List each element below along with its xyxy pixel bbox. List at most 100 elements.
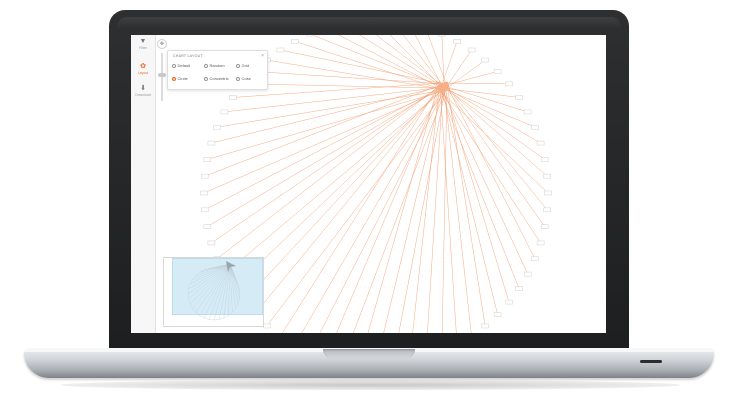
toolbar-filter-button[interactable]: ▼ Filter — [131, 38, 155, 50]
graph-node[interactable] — [203, 224, 212, 229]
graph-edge — [338, 35, 448, 92]
graph-node[interactable] — [515, 95, 523, 100]
graph-node[interactable] — [536, 240, 545, 246]
layout-option-concentric[interactable]: Concentric — [204, 76, 229, 81]
graph-edge — [282, 83, 441, 333]
graph-node[interactable] — [207, 240, 216, 246]
graph-node[interactable] — [229, 95, 237, 100]
laptop-mockup: ▼ Filter ✿ Layout ⬇ Download ✥ CHART LAY… — [0, 0, 737, 403]
graph-node[interactable] — [453, 39, 461, 44]
graph-edge — [359, 35, 444, 88]
minimap-edge — [229, 263, 239, 304]
graph-node[interactable] — [213, 124, 221, 130]
graph-node[interactable] — [523, 271, 532, 277]
graph-edge — [204, 84, 441, 177]
minimap-graph — [187, 261, 241, 321]
graph-node[interactable] — [203, 157, 212, 162]
move-icon[interactable]: ✥ — [157, 39, 167, 49]
graph-node[interactable] — [531, 256, 539, 262]
hub-node[interactable] — [441, 89, 445, 93]
graph-node[interactable] — [543, 173, 551, 179]
layout-option-circle-label: Circle — [177, 76, 188, 81]
graph-overview-minimap[interactable] — [163, 257, 264, 327]
graph-edge — [402, 35, 446, 89]
graph-edge — [266, 88, 448, 327]
graph-node[interactable] — [467, 47, 476, 53]
graph-node[interactable] — [291, 39, 299, 44]
graph-edge — [446, 86, 548, 211]
toolbar-filter-label: Filter — [139, 46, 147, 50]
graph-edge — [242, 89, 440, 303]
layout-option-default[interactable]: Default — [172, 63, 190, 68]
chart-layout-dialog: CHART LAYOUT × Default Random Grid Circl… — [167, 50, 268, 90]
graph-node[interactable] — [207, 140, 216, 146]
minimap-edge — [192, 263, 231, 309]
zoom-control: ✥ — [157, 39, 167, 103]
laptop-screen: ▼ Filter ✿ Layout ⬇ Download ✥ CHART LAY… — [131, 35, 606, 333]
hub-node[interactable] — [446, 87, 450, 91]
graph-node[interactable] — [493, 69, 502, 74]
graph-node[interactable] — [505, 81, 513, 87]
graph-node[interactable] — [493, 312, 502, 317]
graph-node[interactable] — [481, 323, 489, 329]
graph-edge — [294, 41, 445, 91]
graph-node[interactable] — [536, 140, 545, 146]
graph-node[interactable] — [515, 286, 523, 291]
graph-node[interactable] — [438, 35, 446, 37]
graph-edge — [447, 89, 545, 160]
graph-node[interactable] — [481, 57, 489, 63]
graph-edge — [439, 82, 457, 333]
layout-option-grid-label: Grid — [241, 63, 250, 68]
layout-option-cose[interactable]: Cose — [236, 76, 251, 81]
graph-node[interactable] — [523, 109, 532, 115]
hub-node[interactable] — [444, 81, 448, 85]
laptop-opening-notch — [323, 349, 415, 359]
graph-node[interactable] — [200, 190, 208, 196]
graph-node[interactable] — [505, 299, 513, 305]
zoom-slider-track[interactable] — [161, 53, 163, 101]
radio-random[interactable] — [204, 63, 208, 68]
graph-node[interactable] — [540, 157, 549, 162]
layout-icon: ✿ — [140, 63, 146, 70]
graph-node[interactable] — [201, 173, 209, 179]
hub-node[interactable] — [445, 84, 449, 88]
layout-option-random[interactable]: Random — [204, 63, 225, 68]
radio-default[interactable] — [172, 63, 176, 68]
graph-edge — [224, 90, 443, 275]
base-shadow — [60, 380, 680, 390]
graph-edge — [243, 83, 439, 89]
toolbar-download-button[interactable]: ⬇ Download — [131, 85, 155, 97]
radio-cose[interactable] — [236, 76, 240, 81]
filter-icon: ▼ — [139, 38, 147, 45]
toolbar-layout-button[interactable]: ✿ Layout — [131, 63, 155, 75]
graph-node[interactable] — [220, 109, 229, 115]
graph-edge — [441, 35, 445, 86]
layout-option-grid[interactable]: Grid — [236, 63, 249, 68]
graph-edge — [211, 82, 446, 244]
graph-edge — [398, 84, 447, 333]
graph-edge — [438, 71, 498, 88]
graph-node[interactable] — [306, 35, 314, 37]
radio-circle[interactable] — [172, 76, 176, 81]
radio-concentric[interactable] — [204, 76, 208, 81]
graph-edge — [442, 59, 486, 92]
graph-node[interactable] — [531, 124, 539, 130]
hub-node[interactable] — [437, 85, 441, 89]
graph-node[interactable] — [540, 224, 549, 229]
radio-grid[interactable] — [236, 63, 240, 68]
graph-node[interactable] — [544, 190, 552, 196]
close-icon[interactable]: × — [261, 53, 264, 59]
graph-edge — [207, 87, 442, 227]
left-toolbar: ▼ Filter ✿ Layout ⬇ Download — [131, 35, 156, 333]
layout-option-cose-label: Cose — [241, 76, 251, 81]
layout-option-circle[interactable]: Circle — [172, 76, 188, 81]
graph-node[interactable] — [201, 207, 209, 213]
dialog-title: CHART LAYOUT — [173, 54, 203, 58]
graph-edge — [254, 84, 444, 315]
graph-edge — [280, 49, 449, 86]
toolbar-download-label: Download — [135, 93, 151, 97]
graph-node[interactable] — [276, 47, 285, 53]
graph-edge — [319, 82, 449, 333]
zoom-slider-handle[interactable] — [158, 72, 166, 77]
graph-node[interactable] — [543, 207, 551, 213]
